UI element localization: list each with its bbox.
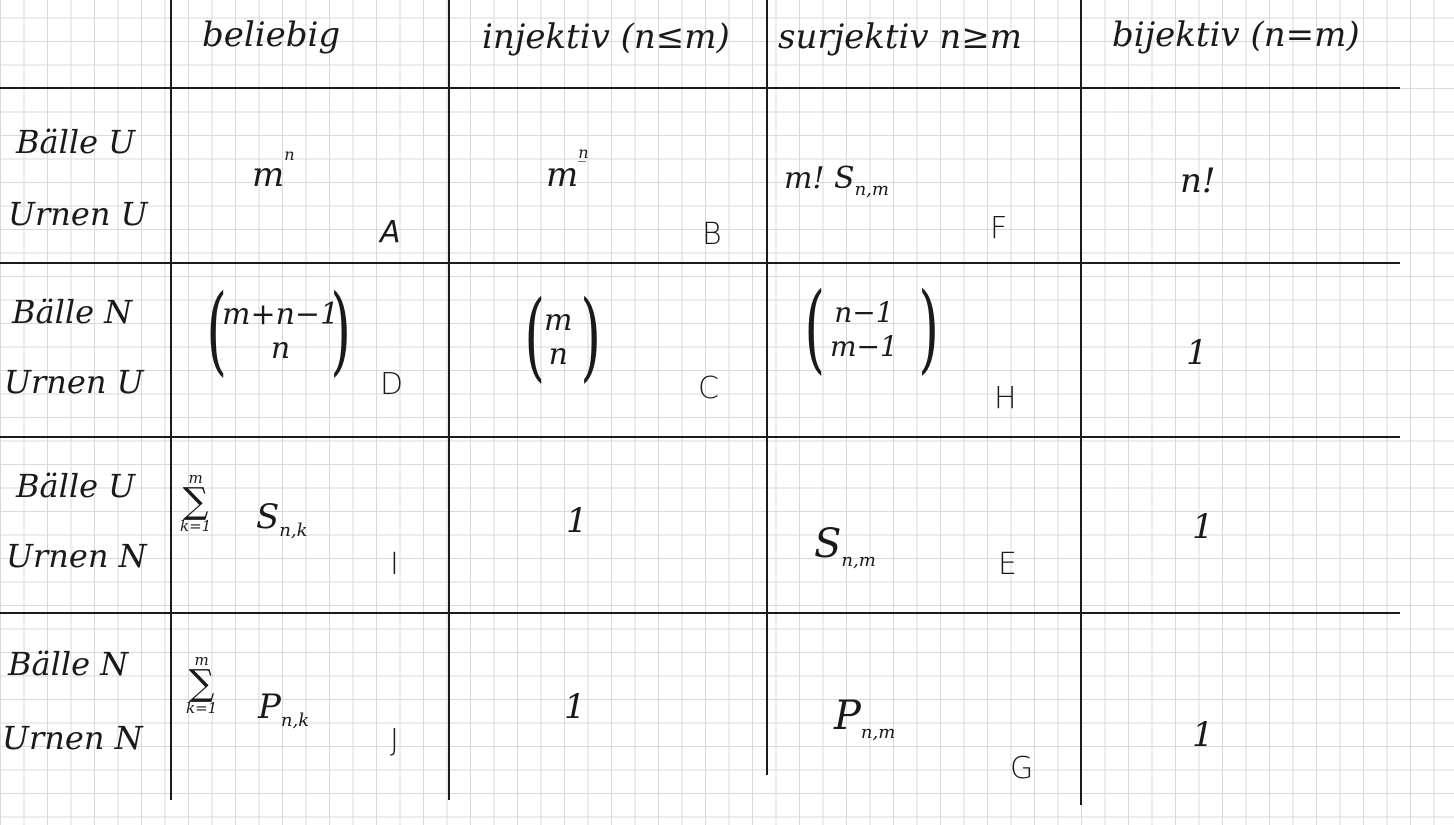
cell-r2c4-value: 1 (1186, 333, 1208, 373)
cell-r3c3-subscript: n,m (841, 550, 876, 571)
cell-r2c2-top: m (544, 303, 573, 338)
cell-r4c1-term: Pn,k (258, 690, 309, 730)
row-rule-3 (0, 436, 1400, 438)
cell-r4c1-symbol: P (258, 687, 281, 727)
row1-balls-label: Bälle U (16, 123, 136, 161)
header-any: beliebig (202, 15, 341, 55)
cell-r2c1-binomial: m+n−1 n (222, 298, 339, 366)
row4-balls-label: Bälle N (8, 645, 129, 683)
cell-r4c1-sum-lower: k=1 (186, 699, 218, 717)
cell-r3c1-sum: m ∑ k=1 (180, 470, 211, 534)
cell-r3c1-symbol: S (256, 497, 280, 537)
cell-r2c3-right-paren: ) (918, 272, 940, 384)
cell-r4c1-letter: J (390, 723, 399, 758)
column-rule-2 (448, 0, 450, 800)
cell-r2c2-bottom: n (548, 337, 568, 372)
column-rule-1 (170, 0, 172, 800)
cell-r3c1-term: Sn,k (256, 500, 308, 540)
row3-urns-label: Urnen N (6, 537, 147, 575)
summation-icon: ∑ (182, 481, 209, 522)
cell-r4c1-sum: m ∑ k=1 (186, 652, 217, 716)
cell-r2c2-binomial: m n (544, 304, 572, 372)
cell-r1c4-value: n! (1180, 161, 1216, 201)
cell-r2c3-left-paren: ( (804, 272, 826, 384)
cell-r1c2-base: m (546, 155, 579, 195)
cell-r1c3-prefix: m! S (784, 161, 855, 196)
cell-r2c3-letter: H (994, 381, 1017, 416)
cell-r2c2-letter: C (698, 371, 719, 406)
row-rule-4 (0, 612, 1400, 614)
header-surjective: surjektiv n≥m (778, 17, 1023, 57)
cell-r2c1-top: m+n−1 (222, 297, 340, 332)
cell-r2c1-bottom: n (270, 331, 291, 366)
cell-r2c1-right-paren: ) (330, 274, 352, 386)
header-bijective: bijektiv (n=m) (1112, 15, 1360, 55)
row2-urns-label: Urnen U (4, 363, 144, 401)
cell-r1c1-letter: A (380, 215, 401, 250)
cell-r1c3-letter: F (990, 211, 1008, 246)
cell-r3c3-term: Sn,m (814, 524, 876, 570)
row1-urns-label: Urnen U (8, 195, 148, 233)
row3-balls-label: Bälle U (16, 467, 136, 505)
header-injective: injektiv (n≤m) (482, 17, 730, 57)
row-rule-2 (0, 262, 1400, 264)
column-rule-3 (766, 0, 768, 775)
cell-r1c1-base: m (252, 155, 285, 195)
cell-r3c1-subscript: n,k (279, 519, 308, 541)
cell-r1c1-exponent: n (284, 144, 295, 164)
cell-r2c2-right-paren: ) (580, 280, 602, 392)
notebook-page: beliebig injektiv (n≤m) surjektiv n≥m bi… (0, 0, 1454, 825)
cell-r4c4-value: 1 (1192, 715, 1214, 755)
cell-r3c3-symbol: S (814, 521, 842, 567)
cell-r3c2-value: 1 (566, 501, 588, 541)
cell-r3c4-value: 1 (1192, 507, 1214, 547)
cell-r3c1-sum-lower: k=1 (180, 517, 212, 535)
cell-r1c3-subscript: n,m (854, 179, 889, 200)
cell-r4c3-term: Pn,m (834, 696, 895, 742)
cell-r4c2-value: 1 (564, 687, 586, 727)
cell-r1c2-letter: B (702, 217, 722, 252)
cell-r3c1-letter: I (390, 547, 399, 582)
row-rule-1 (0, 87, 1400, 89)
cell-r4c3-symbol: P (834, 693, 861, 739)
cell-r1c1-formula: mn (252, 146, 295, 195)
cell-r4c1-subscript: n,k (280, 709, 310, 731)
cell-r1c3-formula: m! Sn,m (784, 164, 889, 199)
cell-r2c2-left-paren: ( (524, 280, 546, 392)
summation-icon: ∑ (188, 663, 215, 704)
cell-r4c3-letter: G (1010, 751, 1034, 786)
cell-r2c3-binomial: n−1 m−1 (830, 296, 898, 364)
cell-r2c1-letter: D (380, 367, 404, 402)
row4-urns-label: Urnen N (2, 719, 143, 757)
cell-r2c3-top: n−1 (834, 296, 894, 329)
cell-r1c2-formula: mn̲ (546, 144, 589, 195)
cell-r4c3-subscript: n,m (860, 722, 896, 743)
row2-balls-label: Bälle N (12, 293, 133, 331)
cell-r3c3-letter: E (998, 547, 1017, 582)
cell-r1c2-exponent: n̲ (578, 142, 589, 162)
cell-r2c3-bottom: m−1 (830, 330, 898, 363)
column-rule-4 (1080, 0, 1082, 805)
